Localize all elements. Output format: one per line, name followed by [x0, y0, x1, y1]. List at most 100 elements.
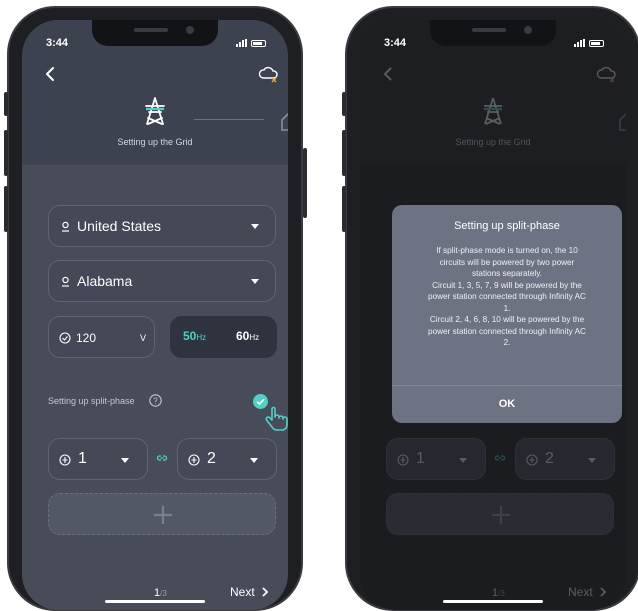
next-button[interactable]: Next [230, 585, 269, 599]
caret-down-icon [251, 224, 259, 229]
next-label: Next [568, 585, 593, 599]
add-circuit-button[interactable] [48, 493, 276, 535]
plus-icon [492, 506, 510, 524]
circuit-b-select: 2 [515, 438, 615, 480]
chevron-left-icon [46, 67, 54, 81]
caret-down-icon [121, 458, 129, 463]
country-select[interactable]: United States [48, 205, 276, 247]
step-label: Setting up the Grid [455, 137, 531, 147]
split-phase-dialog: Setting up split-phase If split-phase mo… [392, 205, 622, 423]
state-select[interactable]: Alabama [48, 260, 276, 302]
help-icon[interactable]: ? [149, 394, 162, 407]
status-time: 3:44 [46, 37, 69, 49]
battery-icon [589, 39, 604, 47]
voltage-input[interactable]: 120 V [48, 316, 155, 358]
circuit-a-value: 1 [78, 450, 87, 467]
cloud-button[interactable] [258, 64, 280, 84]
signal-icon [236, 39, 247, 47]
frequency-option-50[interactable]: 50Hz [183, 329, 206, 343]
volume-down-button [342, 186, 346, 232]
dialog-ok-button[interactable]: OK [392, 386, 622, 423]
page-indicator: 1/3 [492, 587, 505, 599]
volume-up-button [342, 130, 346, 176]
home-indicator [105, 600, 205, 603]
phone-left: Setting up the Grid 3:44 United States A… [4, 6, 307, 611]
dialog-line: 1. [503, 303, 511, 313]
chevron-right-icon [262, 587, 268, 597]
circuit-icon [526, 454, 538, 466]
dialog-line: power station connected through Infinity… [428, 292, 586, 301]
dialog-title: Setting up split-phase [454, 220, 560, 232]
link-icon [494, 455, 506, 461]
phone-right: Setting up the Grid 3:44 1 2 1/3 Next Se… [342, 6, 638, 611]
gauge-icon [59, 332, 71, 344]
volume-down-button [4, 186, 8, 232]
location-pin-icon [62, 221, 69, 232]
chevron-left-icon [383, 67, 392, 81]
home-indicator [443, 600, 543, 603]
circuit-b-value: 2 [545, 450, 554, 467]
notch [92, 20, 218, 46]
link-icon [156, 455, 168, 461]
dialog-line: Circuit 1, 3, 5, 7, 9 will be powered by… [432, 280, 582, 290]
caret-down-icon [588, 458, 596, 463]
page-indicator: 1/3 [154, 587, 167, 599]
caret-down-icon [251, 279, 259, 284]
dialog-line: circuits will be powered by two power [439, 257, 575, 267]
notch [430, 20, 556, 46]
frequency-option-60[interactable]: 60Hz [236, 329, 259, 343]
dialog-body: If split-phase mode is turned on, the 10… [406, 245, 608, 349]
signal-icon [574, 39, 585, 47]
cloud-button [596, 64, 618, 84]
app-screen: Setting up the Grid 3:44 United States A… [22, 20, 288, 610]
circuit-b-value: 2 [207, 450, 216, 467]
circuit-a-select: 1 [386, 438, 486, 480]
frequency-toggle: 50Hz 60Hz [170, 316, 277, 358]
dialog-line: power station connected through Infinity… [428, 326, 586, 336]
mute-switch [342, 92, 346, 116]
next-label: Next [230, 585, 255, 599]
status-time: 3:44 [384, 37, 407, 49]
tap-hand-icon [262, 403, 288, 433]
circuit-a-value: 1 [416, 450, 425, 467]
circuit-icon [188, 454, 200, 466]
circuit-icon [59, 454, 71, 466]
back-button[interactable] [40, 64, 60, 84]
grid-tower-icon [142, 96, 168, 126]
status-icons [574, 39, 604, 47]
split-phase-label: Setting up split-phase [48, 396, 135, 406]
mute-switch [4, 92, 8, 116]
svg-text:?: ? [153, 397, 158, 406]
step-connector [194, 119, 264, 120]
cloud-offline-icon [258, 66, 278, 83]
dialog-line: 2. [503, 338, 511, 347]
plus-icon [154, 506, 172, 524]
voltage-value: 120 [76, 331, 97, 345]
grid-tower-icon [480, 96, 506, 126]
circuit-icon [397, 454, 409, 466]
status-icons [236, 39, 266, 47]
house-icon [618, 108, 626, 132]
chevron-right-icon [600, 587, 606, 597]
next-button: Next [568, 585, 607, 599]
caret-down-icon [459, 458, 467, 463]
circuit-a-select[interactable]: 1 [48, 438, 148, 480]
circuit-b-select[interactable]: 2 [177, 438, 277, 480]
house-icon [280, 108, 288, 132]
dialog-line: stations separately. [472, 269, 542, 278]
power-button [303, 148, 307, 218]
state-value: Alabama [77, 273, 133, 289]
location-pin-icon [62, 276, 69, 287]
step-label: Setting up the Grid [117, 137, 193, 147]
dialog-line: Circuit 2, 4, 6, 8, 10 will be powered b… [429, 315, 585, 324]
battery-icon [251, 39, 266, 47]
caret-down-icon [250, 458, 258, 463]
dialog-line: If split-phase mode is turned on, the 10 [436, 246, 578, 255]
cloud-offline-icon [596, 66, 616, 83]
back-button [378, 64, 398, 84]
country-value: United States [77, 218, 162, 234]
add-circuit-button [386, 493, 614, 535]
voltage-unit: V [139, 333, 146, 343]
app-screen-with-dialog: Setting up the Grid 3:44 1 2 1/3 Next Se… [360, 20, 626, 610]
volume-up-button [4, 130, 8, 176]
